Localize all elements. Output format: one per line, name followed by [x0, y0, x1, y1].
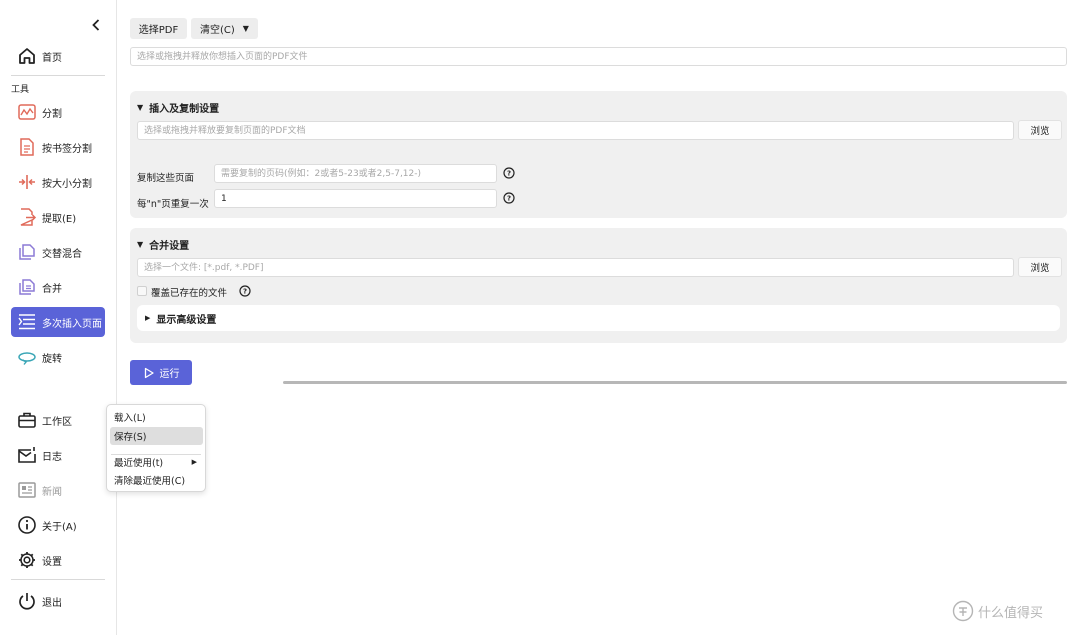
sidebar-divider	[11, 579, 105, 580]
browse-source-button[interactable]: 浏览	[1018, 120, 1062, 140]
sidebar-item-multi-insert[interactable]: 多次插入页面	[11, 307, 105, 337]
bookmark-split-icon	[17, 137, 37, 157]
collapse-sidebar-button[interactable]	[89, 17, 103, 33]
sidebar-item-label: 设置	[42, 556, 62, 568]
merge-panel-toggle[interactable]: ▼ 合并设置	[137, 237, 189, 252]
news-icon	[17, 480, 37, 500]
sidebar-item-size-split[interactable]: 按大小分割	[11, 167, 105, 197]
copy-pages-label: 复制这些页面	[137, 173, 195, 184]
chevron-left-icon	[92, 19, 100, 31]
sidebar-item-label: 合并	[42, 283, 62, 295]
svg-text:?: ?	[507, 195, 511, 203]
merge-settings-panel: ▼ 合并设置 浏览 覆盖已存在的文件 ? ▶ 显示高级设置	[130, 228, 1067, 343]
sidebar-item-label: 日志	[42, 451, 62, 463]
help-icon[interactable]: ?	[503, 167, 515, 179]
sidebar-item-label: 新闻	[42, 486, 62, 498]
svg-text:?: ?	[507, 170, 511, 178]
sidebar-item-home[interactable]: 首页	[11, 41, 105, 71]
insert-panel-title: 插入及复制设置	[149, 104, 220, 115]
sidebar-item-label: 关于(A)	[42, 521, 77, 533]
watermark: 什么值得买	[952, 600, 1043, 622]
sidebar-item-label: 旋转	[42, 353, 62, 365]
rotate-icon	[17, 347, 37, 367]
sidebar-item-merge[interactable]: 合并	[11, 272, 105, 302]
info-icon	[17, 515, 37, 535]
sidebar-item-label: 工作区	[42, 416, 72, 428]
menu-item-recent-label: 最近使用(t)	[114, 458, 164, 469]
watermark-logo-icon	[952, 600, 974, 622]
run-button-label: 运行	[159, 369, 180, 380]
split-chart-icon	[17, 102, 37, 122]
help-icon[interactable]: ?	[503, 192, 515, 204]
sidebar-divider	[11, 75, 105, 76]
sidebar-item-label: 退出	[42, 597, 62, 609]
watermark-text: 什么值得买	[978, 605, 1044, 621]
sidebar-item-log[interactable]: 日志	[11, 440, 105, 470]
browse-output-button[interactable]: 浏览	[1018, 257, 1062, 277]
sidebar-item-label: 按书签分割	[42, 143, 92, 155]
play-icon	[144, 367, 154, 378]
alternate-mix-icon	[17, 242, 37, 262]
overwrite-label: 覆盖已存在的文件	[151, 288, 228, 299]
sidebar-item-bookmark-split[interactable]: 按书签分割	[11, 132, 105, 162]
svg-text:?: ?	[243, 288, 247, 296]
copy-pages-field[interactable]	[214, 164, 497, 183]
progress-bar	[283, 381, 1067, 384]
sidebar-item-label: 交替混合	[42, 248, 82, 260]
advanced-settings-label: 显示高级设置	[156, 314, 217, 326]
caret-right-icon: ▶	[145, 314, 151, 322]
sidebar-item-label: 分割	[42, 108, 62, 120]
multi-insert-icon	[17, 312, 37, 332]
caret-right-icon: ▶	[191, 458, 197, 466]
merge-panel-title: 合并设置	[149, 241, 190, 252]
clear-dropdown-button[interactable]: 清空(C) ▼	[191, 18, 258, 39]
home-icon	[17, 46, 37, 66]
advanced-settings-toggle[interactable]: ▶ 显示高级设置	[137, 305, 1060, 331]
tools-section-label: 工具	[11, 85, 30, 95]
merge-icon	[17, 277, 37, 297]
caret-down-icon: ▼	[137, 240, 144, 249]
gear-icon	[17, 550, 37, 570]
sidebar-item-split[interactable]: 分割	[11, 97, 105, 127]
sidebar-item-workspace[interactable]: 工作区	[11, 405, 105, 435]
briefcase-icon	[17, 410, 37, 430]
clear-button-label: 清空(C)	[200, 25, 235, 36]
menu-item-load[interactable]: 载入(L)	[110, 408, 203, 426]
repeat-field[interactable]	[214, 189, 497, 208]
sidebar-item-label: 提取(E)	[42, 213, 77, 225]
insert-panel-toggle[interactable]: ▼ 插入及复制设置	[137, 100, 219, 115]
source-pdf-field[interactable]	[137, 121, 1014, 140]
insert-copy-settings-panel: ▼ 插入及复制设置 浏览 复制这些页面 ? 每"n"页重复一次 ?	[130, 91, 1067, 218]
workspace-context-menu: 载入(L) 保存(S) 最近使用(t) ▶ 清除最近使用(C)	[106, 404, 206, 492]
menu-item-clear-recent[interactable]: 清除最近使用(C)	[110, 471, 203, 489]
sidebar-item-label: 首页	[42, 52, 62, 64]
sidebar-item-exit[interactable]: 退出	[11, 586, 105, 616]
extract-icon	[17, 207, 37, 227]
caret-down-icon: ▼	[242, 24, 249, 33]
sidebar-item-extract[interactable]: 提取(E)	[11, 202, 105, 232]
sidebar-item-about[interactable]: 关于(A)	[11, 510, 105, 540]
menu-item-save[interactable]: 保存(S)	[110, 427, 203, 445]
sidebar-item-rotate[interactable]: 旋转	[11, 342, 105, 372]
caret-down-icon: ▼	[137, 103, 144, 112]
sidebar-item-label: 多次插入页面	[42, 318, 102, 330]
output-file-field[interactable]	[137, 258, 1014, 277]
sidebar-item-news[interactable]: 新闻	[11, 475, 105, 505]
pdf-input-field[interactable]	[130, 47, 1067, 66]
select-pdf-button[interactable]: 选择PDF	[130, 18, 187, 39]
size-split-icon	[17, 172, 37, 192]
run-button[interactable]: 运行	[130, 360, 192, 385]
help-icon[interactable]: ?	[239, 285, 251, 297]
overwrite-checkbox[interactable]	[137, 286, 147, 296]
mail-icon	[17, 445, 37, 465]
sidebar: 首页 工具 分割 按书签分割 按大小分割 提取(E) 交替混合 合并 多次插入页…	[0, 0, 117, 635]
menu-item-recent[interactable]: 最近使用(t) ▶	[110, 453, 203, 471]
repeat-label: 每"n"页重复一次	[137, 199, 209, 210]
sidebar-item-settings[interactable]: 设置	[11, 545, 105, 575]
sidebar-item-alternate-mix[interactable]: 交替混合	[11, 237, 105, 267]
sidebar-item-label: 按大小分割	[42, 178, 92, 190]
power-icon	[17, 591, 37, 611]
